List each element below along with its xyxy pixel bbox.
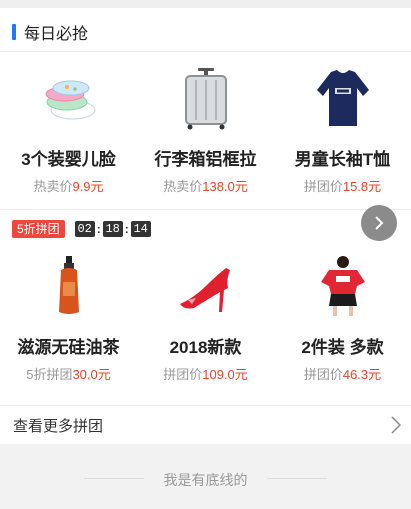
product-card[interactable]: 2件装 多款 拼团价46.3元 — [274, 254, 411, 383]
section-title: 每日必抢 — [24, 26, 89, 43]
timer-minutes: 18 — [102, 221, 123, 237]
title-accent-bar — [12, 24, 16, 40]
suitcase-image — [174, 66, 238, 130]
product-card[interactable]: 滋源无硅油茶 5折拼团30.0元 — [0, 254, 137, 383]
divider — [0, 209, 411, 210]
product-name: 3个装婴儿脸 — [21, 150, 116, 169]
top-strip — [0, 0, 411, 8]
product-price: 热卖价9.9元 — [33, 179, 104, 194]
section-header: 每日必抢 — [12, 20, 88, 44]
end-of-list-text: 我是有底线的 — [163, 472, 248, 488]
product-name: 滋源无硅油茶 — [17, 338, 120, 357]
daily-row: 3个装婴儿脸 热卖价9.9元 行李箱铝框拉 热卖价138.0元 男童长袖T恤 拼… — [0, 66, 411, 195]
product-name: 男童长袖T恤 — [294, 150, 391, 169]
see-more-label: 查看更多拼团 — [13, 417, 104, 435]
product-card[interactable]: 男童长袖T恤 拼团价15.8元 — [274, 66, 411, 195]
divider — [0, 51, 411, 52]
chevron-right-icon — [375, 216, 384, 230]
group-row: 滋源无硅油茶 5折拼团30.0元 2018新款 拼团价109.0元 2件装 多款… — [0, 254, 411, 383]
chevron-right-icon — [391, 416, 401, 434]
product-price: 拼团价15.8元 — [303, 179, 382, 194]
group-buy-badge: 5折拼团 — [12, 220, 65, 238]
countdown-timer: 02 : 18 : 14 — [74, 221, 151, 237]
product-card[interactable]: 2018新款 拼团价109.0元 — [137, 254, 274, 383]
red-outfit-image — [311, 254, 375, 318]
next-page-button[interactable] — [361, 205, 397, 241]
tshirt-image — [311, 66, 375, 130]
product-price: 热卖价138.0元 — [163, 179, 248, 194]
product-price: 拼团价109.0元 — [163, 367, 248, 382]
product-card[interactable]: 3个装婴儿脸 热卖价9.9元 — [0, 66, 137, 195]
group-buy-header: 5折拼团 02 : 18 : 14 — [12, 220, 151, 238]
red-heels-image — [174, 254, 238, 318]
product-card[interactable]: 行李箱铝框拉 热卖价138.0元 — [137, 66, 274, 195]
see-more-group-buys[interactable]: 查看更多拼团 — [0, 406, 411, 444]
product-name: 2018新款 — [169, 338, 242, 357]
footer: 我是有底线的 — [0, 444, 411, 509]
product-price: 5折拼团30.0元 — [26, 367, 111, 382]
shampoo-bottle-image — [37, 254, 101, 318]
daily-deals-card: 每日必抢 3个装婴儿脸 热卖价9.9元 行李箱铝框拉 热卖价138.0元 男童长… — [0, 8, 411, 444]
timer-hours: 02 — [74, 221, 95, 237]
product-name: 2件装 多款 — [301, 338, 384, 357]
product-name: 行李箱铝框拉 — [154, 150, 257, 169]
product-price: 拼团价46.3元 — [303, 367, 382, 382]
timer-seconds: 14 — [130, 221, 151, 237]
basin-set-image — [37, 66, 101, 130]
